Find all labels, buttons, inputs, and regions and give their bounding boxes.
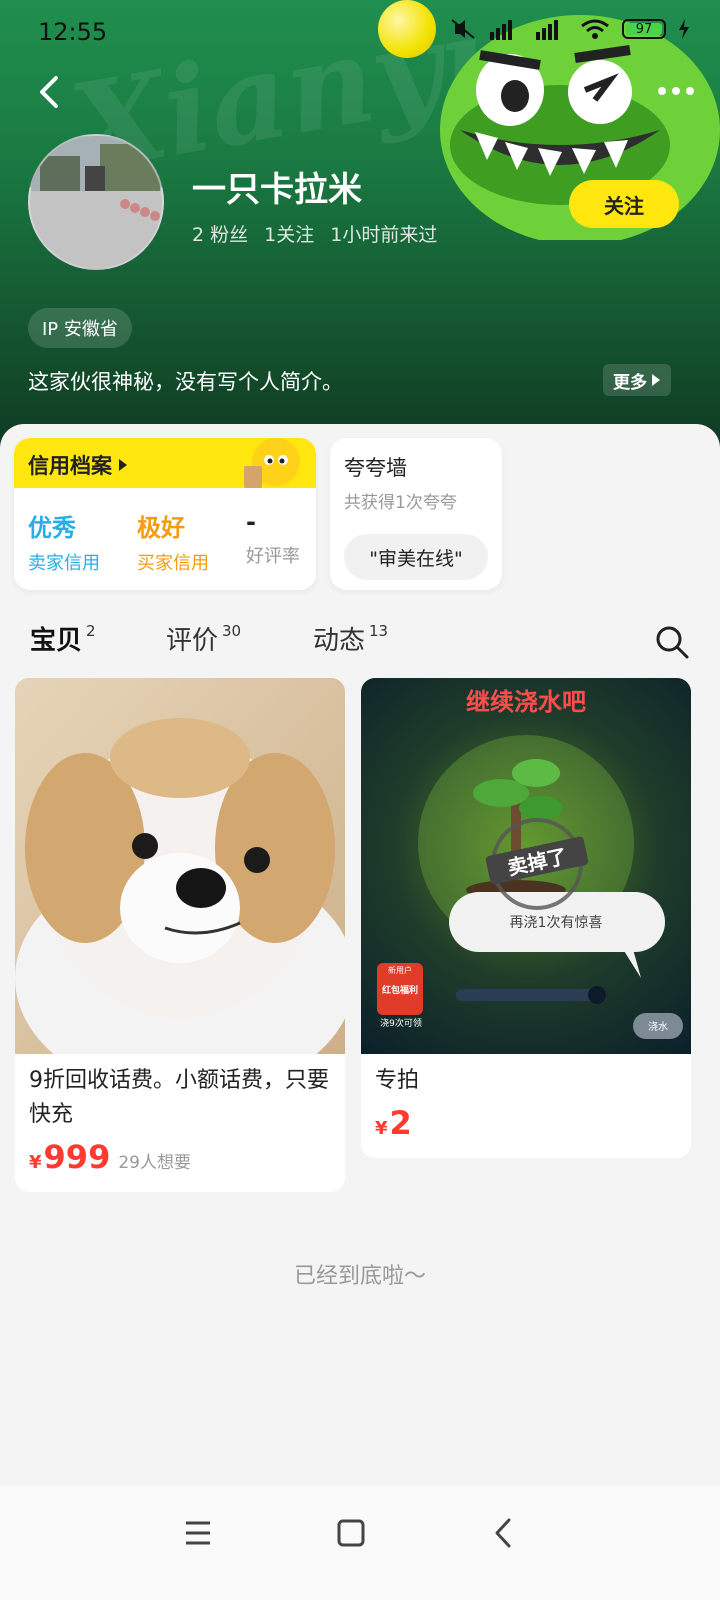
profile-header: Xianyu 12:55 97 一只卡拉米 2 粉丝 1关注 1小时前来过 关注… — [0, 0, 720, 450]
price-value: 999 — [43, 1138, 111, 1176]
currency-symbol: ¥ — [29, 1152, 42, 1173]
puppy-photo — [15, 678, 345, 1054]
wants-count: 29人想要 — [118, 1153, 191, 1173]
praise-chip: "审美在线" — [344, 534, 488, 580]
end-of-list-text: 已经到底啦～ — [293, 1264, 426, 1289]
avatar[interactable] — [28, 134, 164, 270]
buyer-credit-value: 极好 — [137, 514, 185, 542]
tab-items[interactable]: 宝贝 2 — [30, 620, 96, 657]
product-price: ¥2 — [375, 1104, 412, 1142]
product-card[interactable]: 9折回收话费。小额话费，只要快充 ¥999 29人想要 — [15, 678, 345, 1192]
badge-bottom-text: 浇9次可领 — [380, 1019, 422, 1029]
battery-level: 97 — [635, 21, 653, 37]
currency-symbol: ¥ — [375, 1118, 388, 1139]
tab-activity[interactable]: 动态 13 — [313, 620, 388, 657]
tab-reviews-label: 评价 — [166, 626, 219, 656]
triangle-right-icon — [119, 459, 127, 471]
buyer-credit-label: 买家信用 — [137, 553, 209, 574]
product-price: ¥999 — [29, 1138, 110, 1176]
wifi-icon — [581, 19, 609, 39]
product-image[interactable] — [15, 678, 345, 1054]
tab-activity-count: 13 — [369, 622, 389, 640]
follow-button[interactable]: 关注 — [569, 180, 679, 228]
more-options-icon[interactable] — [656, 76, 696, 106]
followers-count[interactable]: 2 粉丝 — [192, 220, 248, 247]
praise-subtitle: 共获得1次夸夸 — [344, 493, 457, 513]
status-time: 12:55 — [38, 18, 108, 46]
price-value: 2 — [389, 1104, 412, 1142]
positive-rate-value: - — [246, 508, 256, 536]
credit-body: 优秀 卖家信用 极好 买家信用 - 好评率 — [14, 488, 316, 590]
badge-main-text: 红包福利 — [381, 986, 418, 996]
search-icon[interactable] — [654, 624, 690, 660]
positive-rate-label: 好评率 — [246, 546, 300, 567]
home-icon[interactable] — [326, 1508, 376, 1558]
product-title: 专拍 — [375, 1068, 420, 1093]
product-title: 9折回收话费。小额话费，只要快充 — [29, 1068, 329, 1127]
username: 一只卡拉米 — [192, 170, 362, 210]
bio-more-button[interactable]: 更多 — [603, 364, 671, 396]
avatar-photo — [30, 136, 162, 268]
praise-title: 夸夸墙 — [344, 456, 407, 480]
price-row: ¥999 29人想要 — [15, 1132, 345, 1192]
buyer-credit: 极好 买家信用 — [137, 508, 209, 575]
mute-icon — [451, 19, 475, 39]
badge-top-text: 新用户 — [388, 966, 412, 975]
signal-icon — [490, 20, 512, 40]
back-nav-icon[interactable] — [479, 1508, 529, 1558]
bio-more-label: 更多 — [613, 372, 647, 393]
credit-mascot-icon — [244, 438, 300, 488]
tab-reviews[interactable]: 评价 30 — [166, 620, 241, 657]
credit-header: 信用档案 — [14, 438, 316, 488]
tab-activity-label: 动态 — [313, 626, 366, 656]
product-image[interactable]: 继续浇水吧 卖掉了 再浇1次有惊喜 新用户 红包福利 浇9次可领 浇水 — [361, 678, 691, 1054]
water-button-text: 浇水 — [648, 1022, 668, 1033]
seller-credit: 优秀 卖家信用 — [28, 508, 100, 575]
positive-rate: - 好评率 — [246, 508, 300, 568]
praise-wall-card[interactable]: 夸夸墙 共获得1次夸夸 "审美在线" — [330, 438, 502, 590]
signal-icon-2 — [536, 20, 558, 40]
following-count[interactable]: 1关注 — [264, 220, 314, 247]
status-icons: 97 — [450, 18, 690, 40]
last-active: 1小时前来过 — [330, 224, 438, 246]
tab-bar: 宝贝 2 评价 30 动态 13 — [0, 620, 720, 670]
product-card[interactable]: 继续浇水吧 卖掉了 再浇1次有惊喜 新用户 红包福利 浇9次可领 浇水 专拍 ¥… — [361, 678, 691, 1158]
bubble-text: 再浇1次有惊喜 — [509, 915, 603, 931]
credit-title-wrap: 信用档案 — [28, 450, 128, 480]
status-bar: 12:55 97 — [0, 0, 720, 60]
system-nav-bar — [0, 1486, 720, 1600]
tab-reviews-count: 30 — [222, 622, 242, 640]
charging-icon — [679, 19, 689, 39]
triangle-right-icon — [652, 374, 660, 386]
seller-credit-label: 卖家信用 — [28, 553, 100, 574]
profile-stats: 2 粉丝 1关注 1小时前来过 — [192, 220, 437, 247]
tab-items-count: 2 — [86, 622, 96, 640]
battery-icon: 97 — [622, 19, 666, 39]
tab-items-label: 宝贝 — [30, 620, 83, 657]
profile-bio: 这家伙很神秘，没有写个人简介。 — [28, 370, 343, 394]
credit-card[interactable]: 信用档案 优秀 卖家信用 极好 买家信用 - 好评率 — [14, 438, 316, 590]
content-panel: 信用档案 优秀 卖家信用 极好 买家信用 - 好评率 夸夸墙 共获得1次夸夸 "… — [0, 424, 720, 1486]
credit-title: 信用档案 — [28, 454, 112, 478]
price-row: ¥2 — [361, 1098, 691, 1158]
ip-location-tag: IP 安徽省 — [28, 308, 132, 348]
menu-icon[interactable] — [173, 1508, 223, 1558]
back-button[interactable] — [30, 70, 70, 114]
seller-credit-value: 优秀 — [28, 514, 76, 542]
